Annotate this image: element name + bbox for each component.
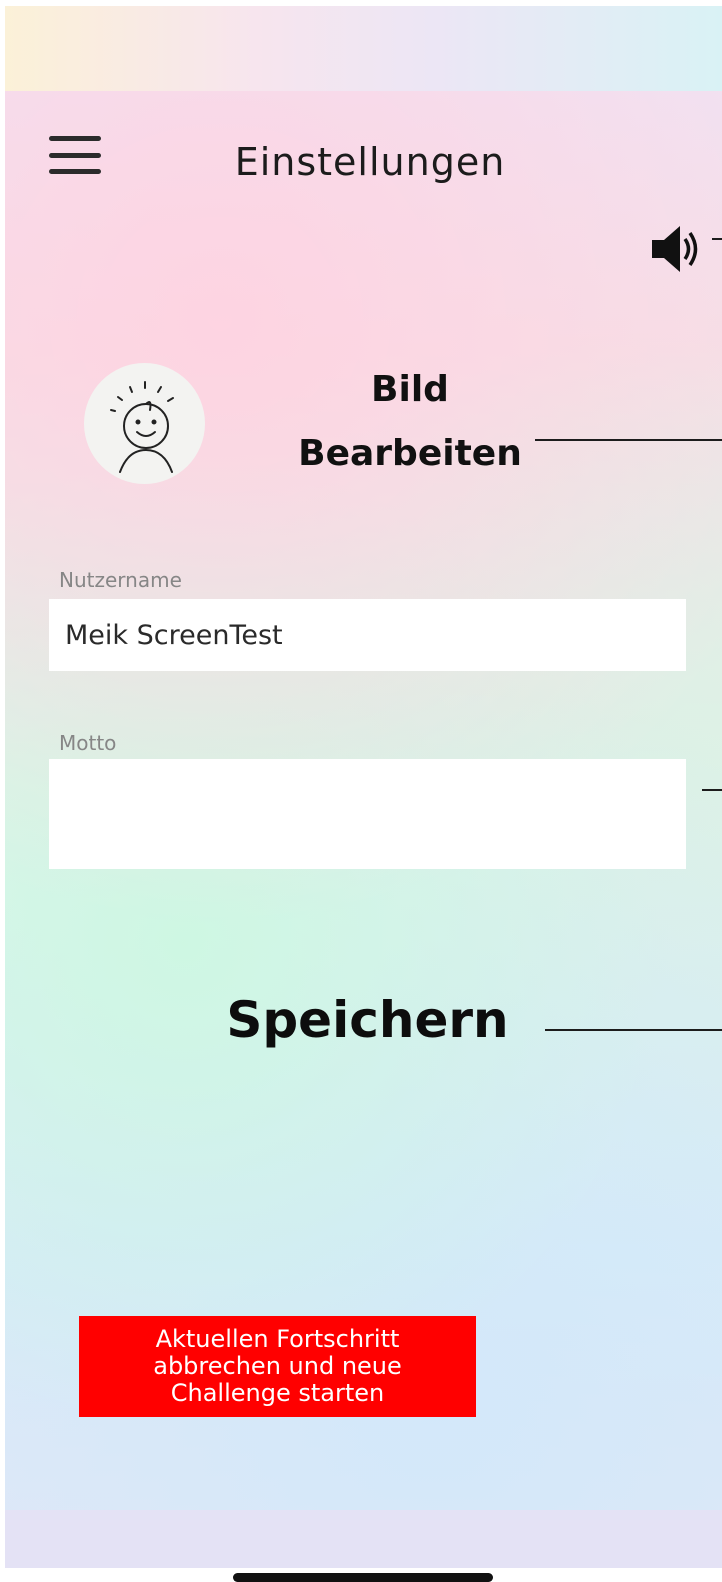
motto-label: Motto bbox=[59, 731, 117, 755]
motto-field[interactable] bbox=[49, 759, 686, 869]
app-screen: Einstellungen Bild Bearbeiten Nutzername… bbox=[5, 6, 722, 1568]
save-button[interactable]: Speichern bbox=[205, 991, 530, 1049]
smiley-face-icon bbox=[109, 380, 174, 473]
bottom-bar bbox=[5, 1510, 722, 1568]
menu-line bbox=[49, 152, 101, 158]
reset-challenge-button[interactable]: Aktuellen Fortschritt abbrechen und neue… bbox=[79, 1316, 476, 1417]
connector-line bbox=[702, 789, 722, 791]
home-indicator[interactable] bbox=[233, 1573, 493, 1582]
page-title: Einstellungen bbox=[234, 140, 506, 184]
avatar[interactable] bbox=[84, 363, 205, 484]
speaker-icon[interactable] bbox=[650, 220, 702, 278]
connector-line bbox=[712, 238, 722, 240]
connector-line bbox=[535, 439, 722, 441]
menu-line bbox=[49, 169, 101, 174]
username-field[interactable] bbox=[49, 599, 686, 671]
edit-image-button[interactable]: Bild Bearbeiten bbox=[295, 358, 525, 486]
connector-line bbox=[545, 1029, 722, 1031]
menu-line bbox=[49, 136, 101, 141]
status-bar bbox=[5, 6, 722, 91]
username-label: Nutzername bbox=[59, 568, 182, 592]
hamburger-menu-icon[interactable] bbox=[49, 136, 101, 174]
